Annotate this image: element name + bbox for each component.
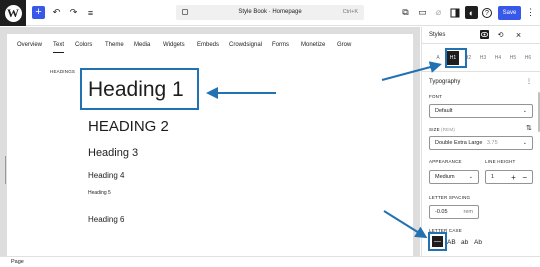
- level-h4[interactable]: H4: [492, 51, 504, 65]
- external-view-icon[interactable]: ⧉: [399, 6, 412, 19]
- chevron-down-icon: ⌄: [522, 140, 527, 146]
- breadcrumb-page[interactable]: Page: [11, 259, 24, 265]
- typography-options-icon[interactable]: ⋮: [526, 78, 532, 85]
- list-view-icon[interactable]: ≡: [84, 6, 97, 19]
- size-value: Double Extra Large: [435, 140, 483, 146]
- size-label: SIZE: [429, 127, 440, 132]
- line-height-value: 1: [491, 174, 495, 180]
- wordpress-logo-icon[interactable]: W: [0, 0, 26, 26]
- styles-sidebar: Styles ⟲ × A H1 H2 H3 H4 H5 H6 Typograph…: [421, 27, 540, 256]
- appearance-label: APPEARANCE: [429, 159, 462, 164]
- heading-6-sample[interactable]: Heading 6: [88, 215, 124, 224]
- style-book-tabs: Overview Text Colors Theme Media Widgets…: [7, 34, 413, 56]
- help-icon[interactable]: ?: [482, 8, 492, 18]
- sidebar-header: Styles ⟲ ×: [422, 27, 540, 43]
- appearance-select[interactable]: Medium ⌄: [429, 170, 479, 184]
- sidebar-title: Styles: [429, 32, 446, 38]
- style-book-eye-icon[interactable]: [480, 30, 489, 39]
- revisions-icon[interactable]: ⟲: [496, 30, 505, 39]
- chevron-down-icon: ⌄: [522, 108, 527, 114]
- level-h3[interactable]: H3: [477, 51, 489, 65]
- letter-case-capitalize-button[interactable]: Ab: [474, 239, 482, 246]
- section-label-headings: HEADINGS: [50, 69, 76, 74]
- tab-grow[interactable]: Grow: [337, 42, 351, 48]
- letter-spacing-label: LETTER SPACING: [429, 195, 471, 200]
- tab-overview[interactable]: Overview: [17, 42, 42, 48]
- line-height-label: LINE HEIGHT: [485, 159, 516, 164]
- size-settings-icon[interactable]: ⇅: [526, 124, 532, 132]
- tab-widgets[interactable]: Widgets: [163, 42, 185, 48]
- tab-media[interactable]: Media: [134, 42, 150, 48]
- heading-3-sample[interactable]: Heading 3: [88, 147, 138, 159]
- line-height-input[interactable]: 1 + −: [485, 170, 533, 184]
- tab-crowdsignal[interactable]: Crowdsignal: [229, 42, 262, 48]
- letter-case-uppercase-button[interactable]: AB: [447, 239, 456, 246]
- shortcut-hint: Ctrl+K: [342, 9, 358, 15]
- font-label: FONT: [429, 94, 443, 99]
- tab-forms[interactable]: Forms: [272, 42, 289, 48]
- close-icon[interactable]: ×: [514, 30, 523, 40]
- appearance-value: Medium: [435, 174, 455, 180]
- styles-toggle-icon[interactable]: ◐: [465, 6, 478, 19]
- resize-handle[interactable]: [5, 156, 6, 184]
- font-select[interactable]: Default ⌄: [429, 104, 533, 118]
- settings-icon[interactable]: [448, 6, 461, 19]
- heading-4-sample[interactable]: Heading 4: [88, 171, 124, 180]
- tab-theme[interactable]: Theme: [105, 42, 124, 48]
- link-icon[interactable]: ⌀: [432, 6, 445, 19]
- divider: [422, 71, 540, 72]
- size-number: 3.75: [486, 140, 498, 146]
- tab-embeds[interactable]: Embeds: [197, 42, 219, 48]
- level-h5[interactable]: H5: [507, 51, 519, 65]
- style-book-canvas: Overview Text Colors Theme Media Widgets…: [7, 34, 413, 256]
- increment-icon[interactable]: +: [511, 173, 516, 182]
- heading-5-sample[interactable]: Heading 5: [88, 190, 111, 196]
- letter-case-lowercase-button[interactable]: ab: [461, 239, 468, 246]
- divider: [422, 43, 540, 44]
- size-unit-hint: (REM): [441, 127, 455, 132]
- chevron-down-icon: ⌄: [468, 174, 473, 180]
- heading-1-highlight: [80, 68, 199, 110]
- level-highlight: [445, 48, 467, 68]
- top-toolbar: W + ↶ ↷ ≡ Style Book · Homepage Ctrl+K ⧉…: [0, 0, 540, 26]
- level-h6[interactable]: H6: [522, 51, 534, 65]
- command-palette-bar[interactable]: Style Book · Homepage Ctrl+K: [176, 5, 364, 20]
- letter-case-highlight: [428, 232, 447, 251]
- tab-colors[interactable]: Colors: [75, 42, 92, 48]
- font-size-select[interactable]: Double Extra Large 3.75 ⌄: [429, 136, 533, 150]
- tab-text[interactable]: Text: [53, 42, 65, 53]
- tab-monetize[interactable]: Monetize: [301, 42, 325, 48]
- footer-breadcrumb: Page: [0, 256, 540, 267]
- heading-2-sample[interactable]: HEADING 2: [88, 118, 169, 135]
- editor-canvas-area: Overview Text Colors Theme Media Widgets…: [0, 27, 420, 256]
- level-all[interactable]: A: [432, 51, 444, 65]
- document-title: Style Book · Homepage: [238, 9, 302, 15]
- letter-spacing-input[interactable]: -0.05 rem: [429, 205, 479, 219]
- decrement-icon[interactable]: −: [522, 173, 527, 182]
- add-block-button[interactable]: +: [32, 6, 45, 19]
- letter-spacing-value: -0.05: [435, 209, 448, 215]
- redo-icon[interactable]: ↷: [67, 6, 80, 19]
- typography-title: Typography: [429, 79, 461, 85]
- more-options-icon[interactable]: ⋮: [524, 6, 537, 19]
- undo-icon[interactable]: ↶: [50, 6, 63, 19]
- save-button[interactable]: Save: [498, 6, 521, 20]
- font-value: Default: [435, 108, 453, 114]
- preview-device-icon[interactable]: ▭: [416, 6, 429, 19]
- letter-spacing-unit[interactable]: rem: [464, 209, 473, 215]
